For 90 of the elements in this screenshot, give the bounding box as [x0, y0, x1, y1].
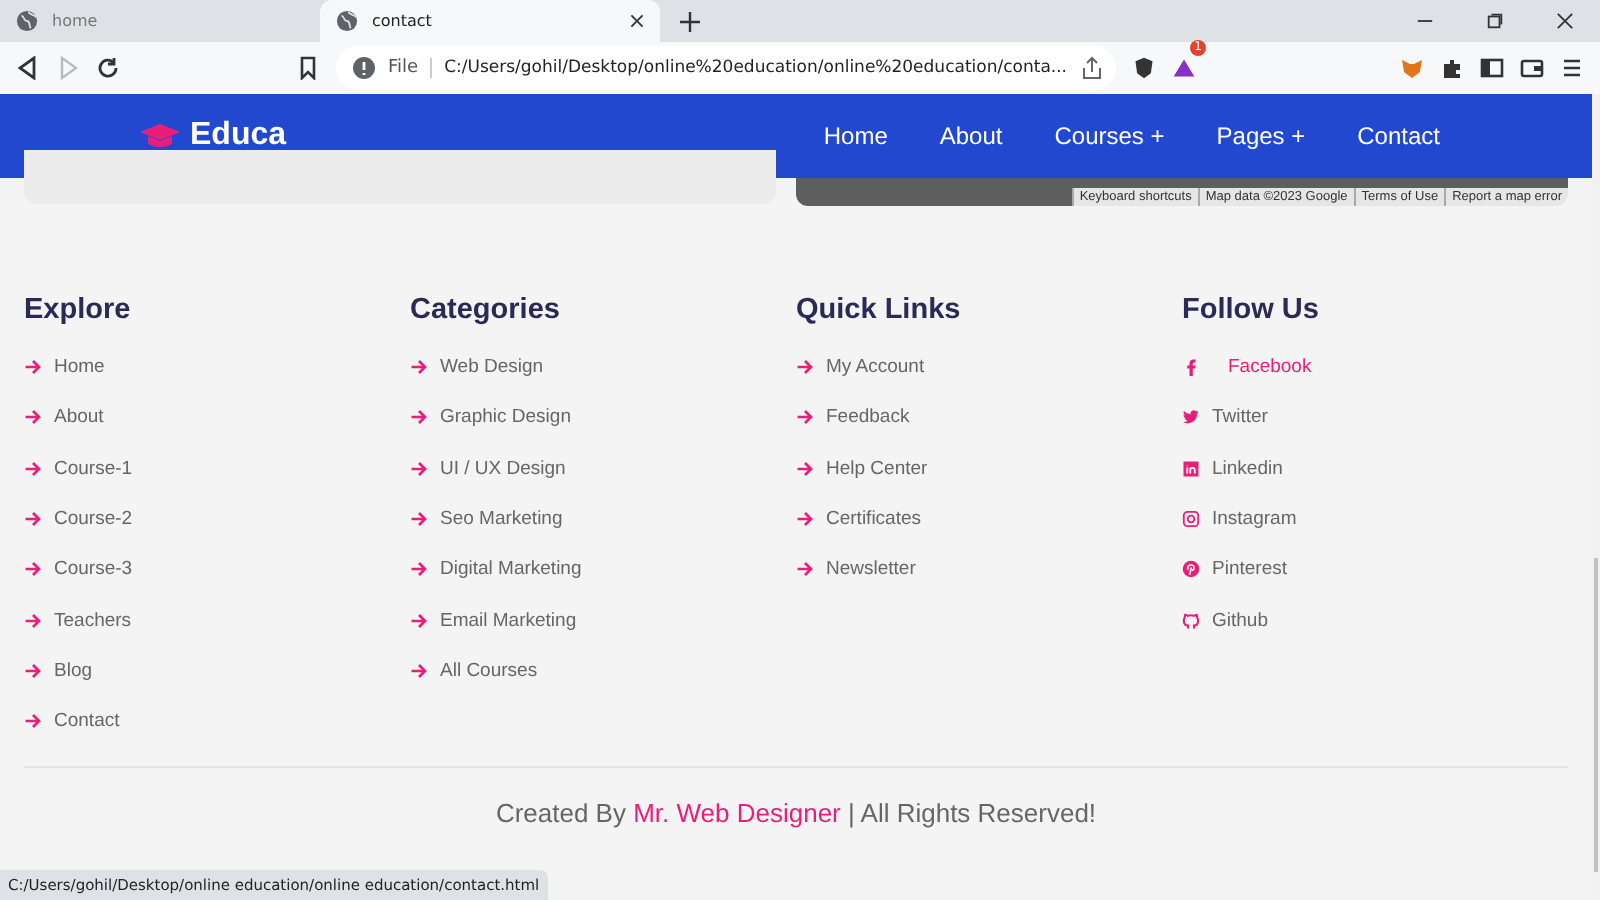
linkedin-icon [1182, 459, 1200, 478]
scroll-thumb[interactable] [1594, 558, 1598, 872]
share-icon[interactable] [1079, 56, 1104, 80]
arrow-right-icon [24, 611, 42, 630]
reload-icon[interactable] [96, 56, 120, 80]
close-icon[interactable] [630, 14, 644, 28]
url-text: C:/Users/gohil/Desktop/online%20education/online%20education/conta... [444, 58, 1068, 78]
arrow-right-icon [24, 560, 42, 579]
scheme-label: File [388, 58, 433, 78]
address-bar[interactable]: File C:/Users/gohil/Desktop/online%20education/online%20education/conta... [336, 46, 1116, 90]
arrow-right-icon [796, 358, 814, 377]
puzzle-icon[interactable] [1440, 56, 1464, 80]
sidebar-icon[interactable] [1480, 56, 1504, 80]
arrow-right-icon [410, 611, 428, 630]
footer-link[interactable]: Course-2 [54, 508, 133, 531]
globe-icon [336, 10, 358, 32]
footer-link[interactable]: Newsletter [826, 558, 916, 581]
footer-link[interactable]: Feedback [826, 406, 910, 429]
fox-icon[interactable] [1400, 56, 1424, 80]
footer-link[interactable]: My Account [826, 356, 925, 379]
menu-icon[interactable] [1560, 56, 1584, 80]
graduation-cap-icon [140, 122, 180, 150]
footer-link[interactable]: All Courses [440, 659, 538, 682]
arrow-right-icon [24, 459, 42, 478]
footer-link[interactable]: Github [1212, 609, 1268, 632]
arrow-right-icon [796, 510, 814, 529]
footer-link[interactable]: Help Center [826, 457, 928, 480]
footer-link[interactable]: Facebook [1228, 356, 1312, 379]
arrow-right-icon [24, 661, 42, 680]
arrow-right-icon [24, 712, 42, 731]
new-tab-icon[interactable] [680, 11, 700, 31]
shield-icon[interactable] [1132, 56, 1156, 80]
restore-icon[interactable] [1486, 12, 1504, 30]
arrow-right-icon [796, 459, 814, 478]
footer-link[interactable]: Blog [54, 659, 93, 682]
column-heading: Follow Us [1182, 294, 1321, 326]
globe-icon [16, 10, 38, 32]
nav-link[interactable]: Contact [1357, 122, 1440, 150]
info-icon [352, 56, 376, 80]
footer-link[interactable]: Certificates [826, 508, 922, 531]
triangle-icon[interactable] [1172, 55, 1196, 79]
nav-link[interactable]: About [939, 122, 1003, 150]
back-icon[interactable] [16, 56, 40, 80]
arrow-right-icon [24, 408, 42, 427]
logo-text[interactable]: Educa [190, 118, 287, 154]
arrow-right-icon [796, 560, 814, 579]
nav-link[interactable]: Home [823, 122, 888, 150]
arrow-right-icon [410, 358, 428, 377]
footer-link[interactable]: Twitter [1212, 406, 1268, 429]
github-icon [1182, 611, 1200, 630]
column-heading: Explore [24, 294, 133, 326]
nav-link[interactable]: Courses + [1054, 122, 1165, 150]
tab-title: contact [372, 12, 432, 30]
arrow-right-icon [410, 510, 428, 529]
arrow-right-icon [796, 408, 814, 427]
facebook-icon [1182, 358, 1200, 377]
copyright-text: Created By Mr. Web Designer | All Rights Reserved! [493, 798, 1099, 829]
tab-title: home [52, 12, 98, 30]
pinterest-icon [1182, 560, 1200, 579]
browser-tab[interactable]: home [0, 0, 320, 42]
column-heading: Categories [410, 294, 562, 326]
footer-link[interactable]: Web Design [440, 356, 544, 379]
footer-link[interactable]: Home [54, 356, 105, 379]
bookmark-icon[interactable] [296, 56, 320, 80]
twitter-icon [1182, 408, 1200, 427]
arrow-right-icon [24, 358, 42, 377]
footer-link[interactable]: Course-3 [54, 558, 133, 581]
nav-link[interactable]: Pages + [1216, 122, 1306, 150]
footer-link[interactable]: Seo Marketing [440, 508, 563, 531]
arrow-right-icon [410, 560, 428, 579]
arrow-right-icon [410, 408, 428, 427]
footer-link[interactable]: Linkedin [1212, 457, 1283, 480]
arrow-right-icon [410, 459, 428, 478]
footer-link[interactable]: Course-1 [54, 457, 133, 480]
footer-link[interactable]: UI / UX Design [440, 457, 566, 480]
close-icon[interactable] [1556, 12, 1574, 30]
footer-link[interactable]: About [54, 406, 104, 429]
footer-link[interactable]: Teachers [54, 609, 132, 632]
wallet-icon[interactable] [1520, 56, 1544, 80]
arrow-right-icon [24, 510, 42, 529]
footer-link[interactable]: Digital Marketing [440, 558, 582, 581]
footer-link[interactable]: Graphic Design [440, 406, 571, 429]
footer-link[interactable]: Email Marketing [440, 609, 577, 632]
footer-link[interactable]: Contact [54, 710, 120, 733]
browser-tab[interactable]: contact [320, 0, 660, 42]
instagram-icon [1182, 510, 1200, 529]
footer-link[interactable]: Pinterest [1212, 558, 1287, 581]
column-heading: Quick Links [796, 294, 963, 326]
arrow-right-icon [410, 661, 428, 680]
footer-link[interactable]: Instagram [1212, 508, 1297, 531]
